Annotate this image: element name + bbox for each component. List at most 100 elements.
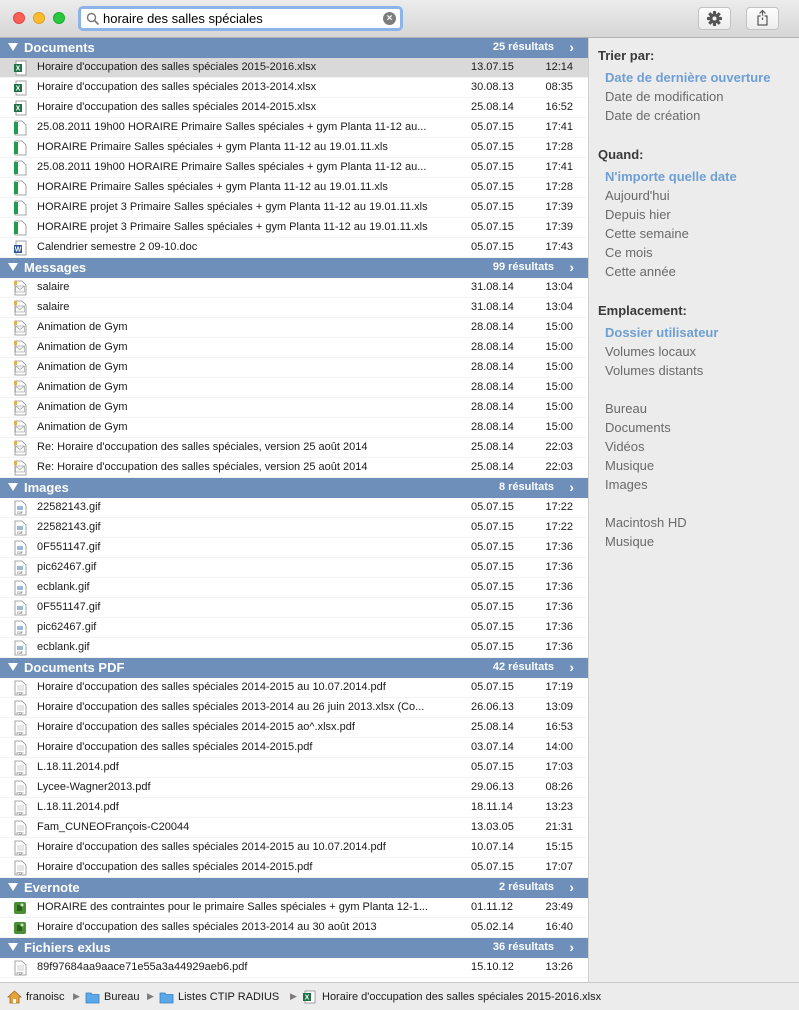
result-row[interactable]: GIF 0F551147.gif 05.07.15 17:36 (0, 538, 588, 558)
result-row[interactable]: 25.08.2011 19h00 HORAIRE Primaire Salles… (0, 118, 588, 138)
when-any-date[interactable]: N'importe quelle date (605, 169, 737, 184)
chevron-right-icon[interactable]: › (569, 879, 574, 895)
group-result-count[interactable]: 42 résultats (493, 661, 554, 673)
result-row[interactable]: GIF pic62467.gif 05.07.15 17:36 (0, 618, 588, 638)
result-row[interactable]: GIF 0F551147.gif 05.07.15 17:36 (0, 598, 588, 618)
result-row[interactable]: PDF L.18.11.2014.pdf 05.07.15 17:03 (0, 758, 588, 778)
settings-button[interactable] (698, 7, 731, 30)
result-row[interactable]: X Horaire d'occupation des salles spécial… (0, 78, 588, 98)
result-row[interactable]: GIF ecblank.gif 05.07.15 17:36 (0, 638, 588, 658)
disclosure-triangle-icon[interactable] (8, 263, 18, 271)
result-row[interactable]: PDF Horaire d'occupation des salles spéci… (0, 718, 588, 738)
when-heading: Quand: (598, 147, 644, 162)
chevron-right-icon[interactable]: › (569, 39, 574, 55)
result-time: 17:36 (545, 581, 573, 593)
result-row[interactable]: PDF Horaire d'occupation des salles spéci… (0, 838, 588, 858)
chevron-right-icon[interactable]: › (569, 939, 574, 955)
result-row[interactable]: Re: Horaire d'occupation des salles spéc… (0, 458, 588, 478)
result-row[interactable]: GIF 22582143.gif 05.07.15 17:22 (0, 518, 588, 538)
volume-macintosh-hd[interactable]: Macintosh HD (605, 515, 687, 530)
result-row[interactable]: Animation de Gym 28.08.14 15:00 (0, 338, 588, 358)
disclosure-triangle-icon[interactable] (8, 883, 18, 891)
share-button[interactable] (746, 7, 779, 30)
result-row[interactable]: Animation de Gym 28.08.14 15:00 (0, 398, 588, 418)
path-item-file[interactable]: Horaire d'occupation des salles spéciale… (322, 991, 601, 1003)
group-header[interactable]: Documents 25 résultats › (0, 38, 588, 58)
path-item-folder[interactable]: Listes CTIP RADIUS (178, 991, 279, 1003)
clear-search-icon[interactable]: × (383, 12, 396, 25)
result-row[interactable]: HORAIRE projet 3 Primaire Salles spécial… (0, 198, 588, 218)
group-result-count[interactable]: 99 résultats (493, 261, 554, 273)
result-row[interactable]: GIF ecblank.gif 05.07.15 17:36 (0, 578, 588, 598)
result-row[interactable]: salaire 31.08.14 13:04 (0, 298, 588, 318)
result-row[interactable]: Animation de Gym 28.08.14 15:00 (0, 358, 588, 378)
chevron-right-icon[interactable]: › (569, 259, 574, 275)
result-row[interactable]: PDF Horaire d'occupation des salles spéci… (0, 678, 588, 698)
result-row[interactable]: PDF Horaire d'occupation des salles spéci… (0, 738, 588, 758)
result-row[interactable]: X Horaire d'occupation des salles spécial… (0, 98, 588, 118)
chevron-right-icon[interactable]: › (569, 479, 574, 495)
search-input[interactable] (103, 10, 373, 27)
result-row[interactable]: Animation de Gym 28.08.14 15:00 (0, 318, 588, 338)
group-result-count[interactable]: 25 résultats (493, 41, 554, 53)
group-result-count[interactable]: 2 résultats (499, 881, 554, 893)
location-videos[interactable]: Vidéos (605, 439, 645, 454)
result-row[interactable]: HORAIRE des contraintes pour le primaire… (0, 898, 588, 918)
location-desktop[interactable]: Bureau (605, 401, 647, 416)
group-header[interactable]: Evernote 2 résultats › (0, 878, 588, 898)
result-row[interactable]: PDF Fam_CUNEOFrançois-C20044 13.03.05 21:31 (0, 818, 588, 838)
group-header[interactable]: Messages 99 résultats › (0, 258, 588, 278)
result-row[interactable]: PDF Lycee-Wagner2013.pdf 29.06.13 08:26 (0, 778, 588, 798)
result-row[interactable]: HORAIRE Primaire Salles spéciales + gym … (0, 178, 588, 198)
when-today[interactable]: Aujourd'hui (605, 188, 670, 203)
result-row[interactable]: GIF pic62467.gif 05.07.15 17:36 (0, 558, 588, 578)
group-result-count[interactable]: 8 résultats (499, 481, 554, 493)
location-documents[interactable]: Documents (605, 420, 671, 435)
result-row[interactable]: Re: Horaire d'occupation des salles spéc… (0, 438, 588, 458)
zoom-window-button[interactable] (53, 12, 65, 24)
result-row[interactable]: PDF L.18.11.2014.pdf 18.11.14 13:23 (0, 798, 588, 818)
result-time: 15:00 (545, 361, 573, 373)
svg-text:W: W (15, 247, 22, 254)
disclosure-triangle-icon[interactable] (8, 943, 18, 951)
group-result-count[interactable]: 36 résultats (493, 941, 554, 953)
when-this-month[interactable]: Ce mois (605, 245, 653, 260)
sort-last-opened[interactable]: Date de dernière ouverture (605, 70, 770, 85)
location-remote-volumes[interactable]: Volumes distants (605, 363, 703, 378)
result-row[interactable]: GIF 22582143.gif 05.07.15 17:22 (0, 498, 588, 518)
location-pictures[interactable]: Images (605, 477, 648, 492)
location-user-folder[interactable]: Dossier utilisateur (605, 325, 718, 340)
when-since-yesterday[interactable]: Depuis hier (605, 207, 671, 222)
path-item-home[interactable]: franoisc (26, 991, 65, 1003)
sort-created[interactable]: Date de création (605, 108, 700, 123)
result-row[interactable]: Animation de Gym 28.08.14 15:00 (0, 418, 588, 438)
minimize-window-button[interactable] (33, 12, 45, 24)
when-this-year[interactable]: Cette année (605, 264, 676, 279)
result-row[interactable]: PDF Horaire d'occupation des salles spéci… (0, 698, 588, 718)
result-row[interactable]: HORAIRE projet 3 Primaire Salles spécial… (0, 218, 588, 238)
result-row[interactable]: PDF Horaire d'occupation des salles spéci… (0, 858, 588, 878)
result-row[interactable]: Horaire d'occupation des salles spéciale… (0, 918, 588, 938)
when-this-week[interactable]: Cette semaine (605, 226, 689, 241)
close-window-button[interactable] (13, 12, 25, 24)
chevron-right-icon[interactable]: › (569, 659, 574, 675)
disclosure-triangle-icon[interactable] (8, 663, 18, 671)
search-field[interactable]: × (78, 6, 403, 31)
result-row[interactable]: X Horaire d'occupation des salles spécial… (0, 58, 588, 78)
group-header[interactable]: Documents PDF 42 résultats › (0, 658, 588, 678)
group-header[interactable]: Images 8 résultats › (0, 478, 588, 498)
result-row[interactable]: Animation de Gym 28.08.14 15:00 (0, 378, 588, 398)
location-music[interactable]: Musique (605, 458, 654, 473)
disclosure-triangle-icon[interactable] (8, 43, 18, 51)
result-row[interactable]: PDF 89f97684aa9aace71e55a3a44929aeb6.pdf 1… (0, 958, 588, 978)
location-local-volumes[interactable]: Volumes locaux (605, 344, 696, 359)
result-row[interactable]: salaire 31.08.14 13:04 (0, 278, 588, 298)
group-header[interactable]: Fichiers exlus 36 résultats › (0, 938, 588, 958)
disclosure-triangle-icon[interactable] (8, 483, 18, 491)
path-item-desktop[interactable]: Bureau (104, 991, 139, 1003)
sort-modified[interactable]: Date de modification (605, 89, 724, 104)
result-row[interactable]: 25.08.2011 19h00 HORAIRE Primaire Salles… (0, 158, 588, 178)
volume-music[interactable]: Musique (605, 534, 654, 549)
result-row[interactable]: W Calendrier semestre 2 09-10.doc 05.07.15… (0, 238, 588, 258)
result-row[interactable]: HORAIRE Primaire Salles spéciales + gym … (0, 138, 588, 158)
